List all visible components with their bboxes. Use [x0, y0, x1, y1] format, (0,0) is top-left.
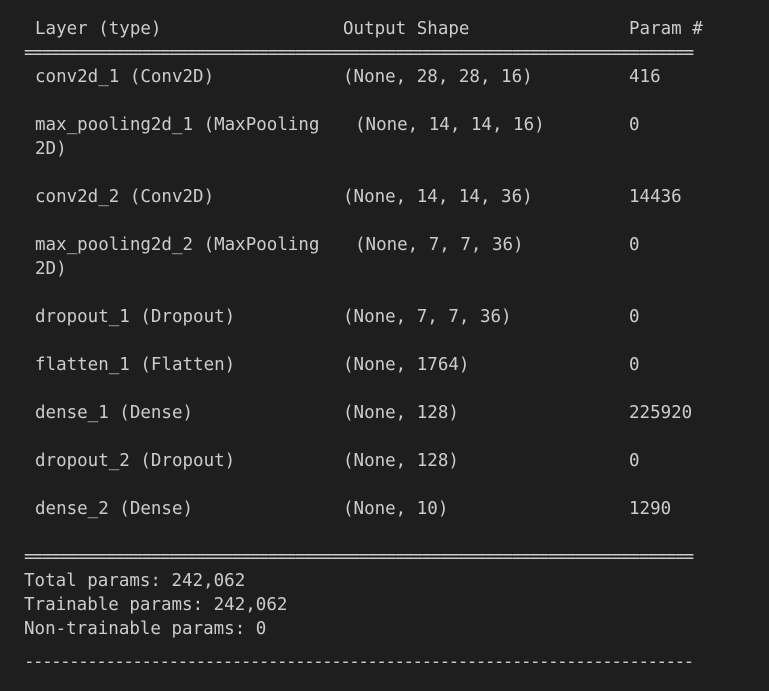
param-count: 0 [629, 307, 640, 327]
header-layer-type: Layer (type) [35, 19, 162, 39]
layer-name: max_pooling2d_1 (MaxPooling [35, 115, 320, 135]
layer-name: dropout_2 (Dropout) [35, 451, 236, 471]
param-count: 0 [629, 355, 640, 375]
layer-name: dense_1 (Dense) [35, 403, 194, 423]
param-count: 1290 [629, 499, 672, 519]
param-count: 225920 [629, 403, 693, 423]
output-shape: (None, 1764) [343, 355, 470, 375]
param-count: 0 [629, 451, 640, 471]
param-count: 14436 [629, 187, 682, 207]
model-summary-output: Layer (type) Output Shape Param # ======… [0, 0, 769, 691]
header-param-count: Param # [629, 19, 703, 39]
param-count: 416 [629, 67, 661, 87]
layer-name: dropout_1 (Dropout) [35, 307, 236, 327]
layer-name: dense_2 (Dense) [35, 499, 194, 519]
layer-name: flatten_1 (Flatten) [35, 355, 236, 375]
footer-separator: ========================================… [24, 547, 694, 567]
output-shape: (None, 14, 14, 16) [355, 115, 545, 135]
param-count: 0 [629, 115, 640, 135]
header-separator: ========================================… [24, 43, 694, 63]
output-shape: (None, 7, 7, 36) [343, 307, 512, 327]
output-shape: (None, 14, 14, 36) [343, 187, 533, 207]
output-shape: (None, 128) [343, 403, 459, 423]
output-shape: (None, 28, 28, 16) [343, 67, 533, 87]
output-shape: (None, 128) [343, 451, 459, 471]
trainable-params: Trainable params: 242,062 [24, 595, 288, 615]
non-trainable-params: Non-trainable params: 0 [24, 619, 267, 639]
header-output-shape: Output Shape [343, 19, 470, 39]
layer-name-continuation: 2D) [35, 139, 67, 159]
param-count: 0 [629, 235, 640, 255]
total-params: Total params: 242,062 [24, 571, 246, 591]
layer-name: conv2d_1 (Conv2D) [35, 67, 215, 87]
bottom-separator: ----------------------------------------… [24, 652, 694, 672]
output-shape: (None, 10) [343, 499, 449, 519]
layer-name: conv2d_2 (Conv2D) [35, 187, 215, 207]
layer-name-continuation: 2D) [35, 259, 67, 279]
layer-name: max_pooling2d_2 (MaxPooling [35, 235, 320, 255]
output-shape: (None, 7, 7, 36) [355, 235, 524, 255]
